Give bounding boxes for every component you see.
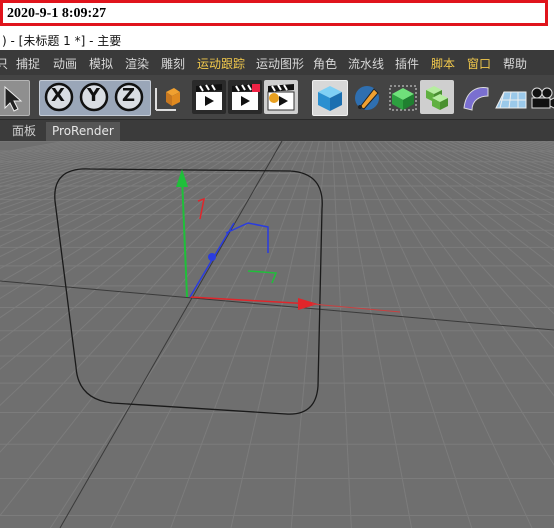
main-toolbar: X Y Z (0, 75, 554, 119)
grid-line (0, 141, 153, 181)
grid-line (505, 141, 554, 154)
grid-line (0, 141, 198, 210)
camera-icon[interactable] (528, 80, 554, 114)
grid-line (402, 141, 554, 237)
menu-window[interactable]: 窗口 (467, 55, 491, 72)
grid-line (441, 141, 554, 188)
grid-line (0, 141, 159, 184)
z-axis-point[interactable] (208, 253, 216, 261)
x-axis-extension (311, 303, 401, 313)
grid-line (0, 141, 140, 175)
z-axis-lock-icon[interactable]: Z (112, 80, 146, 114)
x-axis-label: X (51, 85, 65, 106)
tab-prorender[interactable]: ProRender (46, 122, 120, 142)
viewport-canvas[interactable] (0, 141, 554, 528)
subdivision-surface-icon[interactable] (386, 80, 420, 114)
grid-line (0, 141, 230, 247)
z-axis-label: Z (122, 85, 136, 106)
render-picture-icon[interactable] (228, 80, 262, 114)
select-arrow-icon[interactable] (0, 80, 30, 116)
floor-plane-icon[interactable] (494, 80, 528, 114)
y-axis-arrowhead[interactable] (176, 169, 188, 187)
window-title: ) - [未标题 1 *] - 主要 (2, 34, 122, 48)
grid-line (0, 141, 211, 223)
window-title-bar: ) - [未标题 1 *] - 主要 (0, 29, 554, 50)
menu-render[interactable]: 渲染 (125, 55, 149, 72)
rounded-rectangle-spline[interactable] (54, 168, 323, 415)
grid-line (0, 141, 121, 168)
cube-primitive-icon[interactable] (312, 80, 348, 116)
grid-line (499, 141, 554, 156)
grid-line (338, 141, 413, 528)
menu-item-partial[interactable]: 只 (0, 55, 8, 72)
menu-sculpt[interactable]: 雕刻 (161, 55, 185, 72)
menu-simulate[interactable]: 模拟 (89, 55, 113, 72)
world-z-axis-line (59, 141, 283, 528)
grid-line (0, 141, 69, 154)
menu-plugins[interactable]: 插件 (395, 55, 419, 72)
menu-animation[interactable]: 动画 (53, 55, 77, 72)
grid-line (409, 141, 554, 226)
menu-motion-tracking[interactable]: 运动跟踪 (197, 55, 245, 72)
grid-line (0, 141, 191, 205)
y-axis-handle (181, 176, 188, 298)
menu-mograph[interactable]: 运动图形 (256, 55, 304, 72)
grid-line (467, 141, 554, 171)
menu-pipeline[interactable]: 流水线 (348, 55, 384, 72)
3d-viewport[interactable] (0, 141, 554, 528)
viewport-panel-bar: 面板 ProRender (0, 119, 554, 142)
grid-line (331, 141, 352, 528)
grid-line (357, 141, 554, 466)
grid-line (0, 141, 76, 155)
pen-spline-icon[interactable] (350, 80, 384, 114)
y-axis-label: Y (87, 85, 101, 106)
grid-line (0, 141, 224, 238)
grid-line (0, 141, 179, 196)
render-settings-icon[interactable] (264, 80, 298, 114)
deformer-bend-icon[interactable] (458, 80, 492, 114)
grid-line (49, 141, 301, 528)
y-rotation-marker[interactable] (247, 270, 278, 284)
grid-line (486, 141, 554, 161)
world-x-axis-line (0, 280, 554, 331)
grid-line (434, 141, 554, 194)
coordinate-system-icon[interactable] (150, 80, 184, 114)
y-axis-lock-icon[interactable]: Y (77, 80, 111, 114)
x-axis-lock-icon[interactable]: X (42, 80, 76, 114)
grid-line (518, 141, 554, 150)
grid-line (473, 141, 554, 167)
menu-snap[interactable]: 捕捉 (16, 55, 40, 72)
render-view-icon[interactable] (192, 80, 226, 114)
timestamp-text: 2020-9-1 8:09:27 (7, 6, 107, 21)
grid-line (454, 141, 554, 179)
menu-help[interactable]: 帮助 (503, 55, 527, 72)
grid-line (0, 141, 127, 170)
grid-line (492, 141, 554, 159)
menu-script[interactable]: 脚本 (431, 55, 455, 72)
timestamp-box: 2020-9-1 8:09:27 (0, 0, 548, 26)
grid-line (428, 141, 554, 200)
grid-line (447, 141, 554, 183)
grid-line (230, 141, 320, 528)
tab-panel[interactable]: 面板 (6, 122, 42, 142)
menu-bar: 只 捕捉 动画 模拟 渲染 雕刻 运动跟踪 运动图形 角色 流水线 插件 脚本 … (0, 50, 554, 75)
grid-line (524, 141, 554, 148)
menu-character[interactable]: 角色 (313, 55, 337, 72)
grid-line (396, 141, 554, 251)
grid-line (0, 141, 288, 453)
grid-line (110, 141, 307, 528)
array-generator-icon[interactable] (420, 80, 454, 114)
